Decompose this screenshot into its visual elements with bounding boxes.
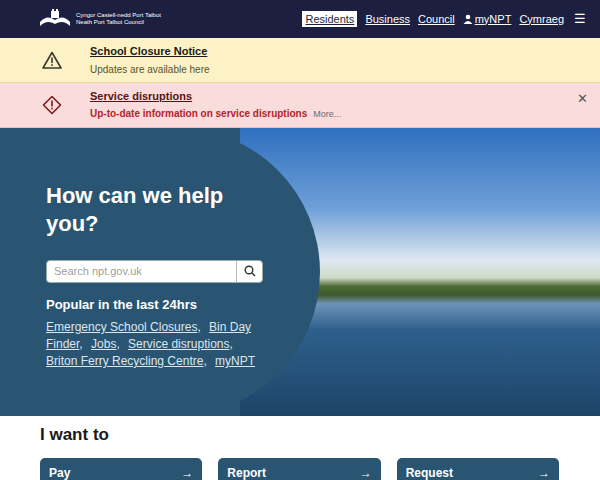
search-bar xyxy=(46,260,263,283)
popular-link[interactable]: myNPT xyxy=(215,354,255,368)
arrow-icon: → xyxy=(360,464,372,480)
popular-title: Popular in the last 24hrs xyxy=(46,295,320,315)
nav-link[interactable]: Business xyxy=(365,11,410,28)
logo-line: Cyngor Castell-nedd Port Talbot xyxy=(76,12,161,19)
card-label: Pay xyxy=(49,464,70,480)
hero-panel: How can we help you? Popular in the last … xyxy=(0,128,320,416)
alert-banner: School Closure Notice Updates are availab… xyxy=(0,38,600,83)
task-card[interactable]: Report → xyxy=(218,458,380,480)
logo-line: Neath Port Talbot Council xyxy=(76,19,161,26)
hero-heading: How can we help you? xyxy=(46,182,246,238)
alert-content: Service disruptionsUp-to-date informatio… xyxy=(90,83,341,127)
task-card[interactable]: Pay → xyxy=(40,458,202,480)
alert-text: Updates are available here xyxy=(90,62,210,77)
nav-link[interactable]: Cymraeg xyxy=(519,11,564,28)
council-logo-icon xyxy=(38,8,72,30)
link-separator: , xyxy=(79,337,82,351)
main-nav: Residents Business Council myNPT Cymraeg ☰ xyxy=(302,9,586,29)
menu-icon[interactable]: ☰ xyxy=(574,9,586,29)
popular-link[interactable]: Service disruptions xyxy=(128,337,229,351)
nav-link[interactable]: Council xyxy=(418,11,455,28)
nav-label: Business xyxy=(365,11,410,28)
nav-label: Residents xyxy=(305,11,354,28)
hero: How can we help you? Popular in the last … xyxy=(0,128,600,416)
card-label: Report xyxy=(227,464,266,480)
search-input[interactable] xyxy=(47,261,236,282)
popular-links: Emergency School Closures, Bin Day Finde… xyxy=(46,319,261,370)
more-link[interactable]: More... xyxy=(313,108,341,122)
alert-title[interactable]: Service disruptions xyxy=(90,88,341,105)
nav-link[interactable]: myNPT xyxy=(463,11,512,28)
alert-banner: Service disruptionsUp-to-date informatio… xyxy=(0,83,600,128)
close-button[interactable]: ✕ xyxy=(573,89,592,109)
nav-link[interactable]: Residents xyxy=(302,11,357,28)
section-title: I want to xyxy=(40,424,600,446)
alert-content: School Closure Notice Updates are availab… xyxy=(90,38,210,82)
link-separator: , xyxy=(229,337,232,351)
alert-body: Updates are available here xyxy=(90,62,210,77)
logo[interactable]: Cyngor Castell-nedd Port TalbotNeath Por… xyxy=(38,8,161,30)
link-separator: , xyxy=(197,320,200,334)
nav-label: Council xyxy=(418,11,455,28)
link-separator: , xyxy=(203,354,206,368)
nav-label: Cymraeg xyxy=(519,11,564,28)
popular-link[interactable]: Briton Ferry Recycling Centre xyxy=(46,354,203,368)
site-header: Cyngor Castell-nedd Port TalbotNeath Por… xyxy=(0,0,600,38)
warning-icon xyxy=(42,51,62,69)
search-icon xyxy=(244,265,256,277)
task-card[interactable]: Request → xyxy=(397,458,559,480)
logo-text: Cyngor Castell-nedd Port TalbotNeath Por… xyxy=(76,12,161,26)
task-cards: Pay → Report → Request → xyxy=(40,458,559,480)
arrow-icon: → xyxy=(181,464,193,480)
card-label: Request xyxy=(406,464,453,480)
nav-label: myNPT xyxy=(475,11,512,28)
person-icon xyxy=(463,14,473,24)
arrow-icon: → xyxy=(538,464,550,480)
alert-text: Up-to-date information on service disrup… xyxy=(90,106,307,121)
popular-link[interactable]: Jobs xyxy=(91,337,116,351)
link-separator: , xyxy=(116,337,119,351)
popular-link[interactable]: Emergency School Closures xyxy=(46,320,197,334)
alert-title[interactable]: School Closure Notice xyxy=(90,43,210,60)
error-icon xyxy=(42,95,62,115)
i-want-to-section: I want to Pay → Report → Request → xyxy=(0,416,600,480)
alert-body: Up-to-date information on service disrup… xyxy=(90,106,341,122)
search-button[interactable] xyxy=(236,261,262,282)
